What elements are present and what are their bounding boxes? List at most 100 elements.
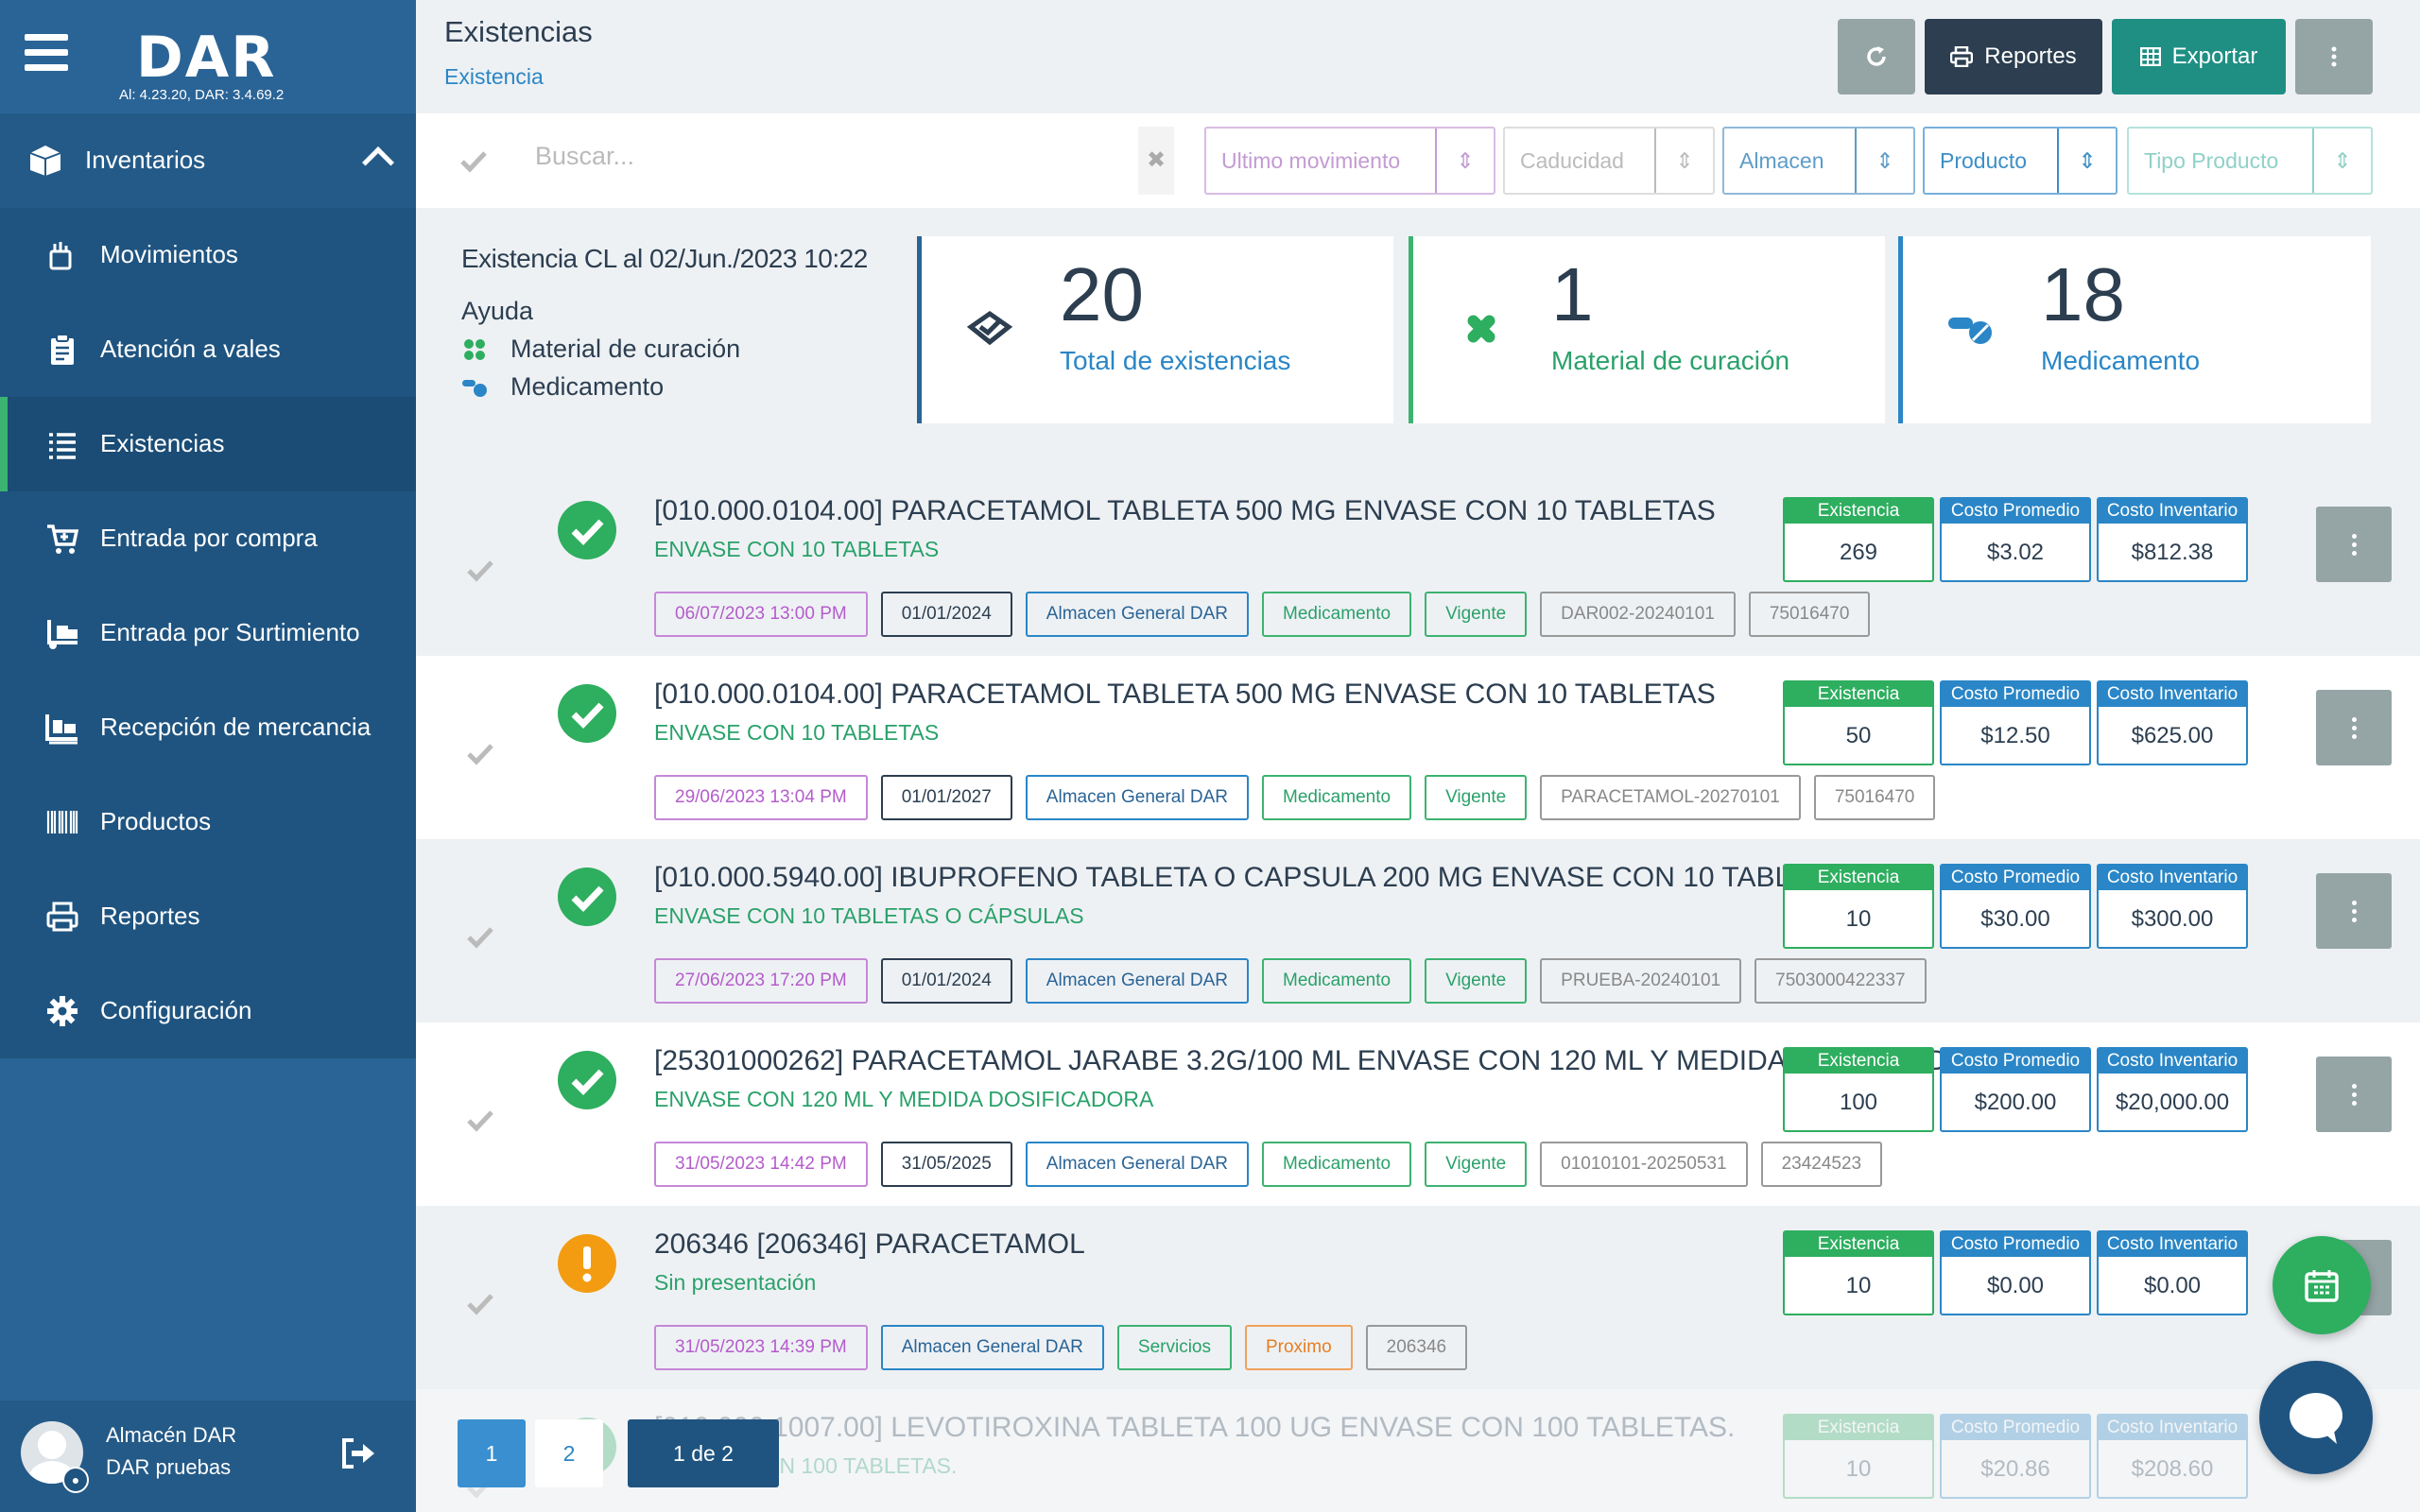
dot-icon (2351, 1100, 2357, 1106)
metric-existencia: Existencia 10 (1783, 1230, 1934, 1315)
help-item-label: Material de curación (510, 335, 741, 363)
tag-estado[interactable]: Vigente (1425, 775, 1528, 820)
row-options-button[interactable] (2316, 507, 2392, 582)
sidebar-item-configuracion[interactable]: Configuración (0, 964, 416, 1058)
sidebar-item-existencias[interactable]: Existencias (0, 397, 416, 491)
search-input[interactable]: Buscar... (535, 142, 634, 171)
tag-fecha[interactable]: 29/06/2023 13:04 PM (654, 775, 868, 820)
dot-icon (2351, 550, 2357, 556)
tag-lote[interactable]: DAR002-20240101 (1540, 592, 1736, 637)
tag-lote[interactable]: PARACETAMOL-20270101 (1540, 775, 1801, 820)
tag-estado[interactable]: Vigente (1425, 958, 1528, 1004)
tag-lote[interactable]: PRUEBA-20240101 (1540, 958, 1742, 1004)
sidebar-item-entrada-compra[interactable]: Entrada por compra (0, 491, 416, 586)
tag-codigo[interactable]: 7503000422337 (1754, 958, 1927, 1004)
sidebar-item-recepcion-mercancia[interactable]: Recepción de mercancia (0, 680, 416, 775)
breadcrumb[interactable]: Existencia (444, 64, 544, 90)
list-item[interactable]: [010.000.5940.00] IBUPROFENO TABLETA O C… (416, 839, 2420, 1022)
pallet-icon (45, 714, 78, 745)
select-producto[interactable]: Producto ⇕ (1923, 127, 2118, 195)
product-presentation: Sin presentación (654, 1270, 817, 1295)
select-label: Producto (1940, 147, 2028, 173)
tag-tipo[interactable]: Medicamento (1262, 592, 1412, 637)
calendar-button[interactable] (2273, 1236, 2371, 1334)
menu-icon[interactable] (25, 34, 68, 72)
sidebar-item-atencion-vales[interactable]: Atención a vales (0, 302, 416, 397)
metric-value: 10 (1845, 1456, 1872, 1482)
bell-icon[interactable]: ● (62, 1467, 89, 1493)
list-item[interactable]: [010.000.0104.00] PARACETAMOL TABLETA 50… (416, 656, 2420, 839)
page-1-button[interactable]: 1 (458, 1419, 526, 1487)
tag-estado[interactable]: Vigente (1425, 592, 1528, 637)
tag-codigo[interactable]: 206346 (1365, 1325, 1468, 1370)
list-item[interactable]: [010.000.0104.00] PARACETAMOL TABLETA 50… (416, 472, 2420, 656)
row-options-button[interactable] (2316, 873, 2392, 949)
tag-tipo[interactable]: Medicamento (1262, 1142, 1412, 1187)
tag-fecha[interactable]: 06/07/2023 13:00 PM (654, 592, 868, 637)
tag-almacen[interactable]: Almacen General DAR (1025, 775, 1249, 820)
tag-almacen[interactable]: Almacen General DAR (880, 1325, 1104, 1370)
tag-tipo[interactable]: Servicios (1116, 1325, 1232, 1370)
metric-existencia: Existencia 50 (1783, 680, 1934, 765)
sidebar-item-label: Entrada por compra (100, 524, 318, 552)
sort-icon: ⇕ (1654, 129, 1713, 193)
metric-value: 10 (1845, 906, 1872, 932)
tag-almacen[interactable]: Almacen General DAR (1025, 592, 1249, 637)
row-select-checkbox[interactable] (442, 900, 518, 975)
sidebar-item-productos[interactable]: Productos (0, 775, 416, 869)
row-options-button[interactable] (2316, 690, 2392, 765)
row-select-checkbox[interactable] (442, 533, 518, 609)
logout-icon[interactable] (338, 1436, 376, 1470)
barcode-icon (46, 811, 78, 833)
row-select-checkbox[interactable] (442, 716, 518, 792)
tag-tipo[interactable]: Medicamento (1262, 775, 1412, 820)
tag-almacen[interactable]: Almacen General DAR (1025, 1142, 1249, 1187)
tag-caducidad[interactable]: 01/01/2027 (880, 775, 1012, 820)
sidebar-section-inventarios[interactable]: Inventarios (0, 113, 416, 208)
row-select-checkbox[interactable] (442, 1083, 518, 1159)
check-circle-icon (558, 868, 616, 926)
card-value: 18 (2041, 252, 2125, 336)
row-select-checkbox[interactable] (442, 1266, 518, 1342)
printer-icon (1950, 46, 1974, 67)
select-caducidad[interactable]: Caducidad ⇕ (1503, 127, 1715, 195)
more-options-button[interactable] (2295, 19, 2373, 94)
sidebar-item-entrada-surtimiento[interactable]: Entrada por Surtimiento (0, 586, 416, 680)
tag-lote[interactable]: 01010101-20250531 (1540, 1142, 1748, 1187)
list-item[interactable]: 206346 [206346] PARACETAMOL Sin presenta… (416, 1206, 2420, 1389)
gear-icon (47, 996, 78, 1026)
card-value: 20 (1060, 252, 1144, 336)
select-almacen[interactable]: Almacen ⇕ (1722, 127, 1915, 195)
tag-caducidad[interactable]: 31/05/2025 (880, 1142, 1012, 1187)
check-icon[interactable] (459, 147, 488, 176)
tag-fecha[interactable]: 31/05/2023 14:39 PM (654, 1325, 868, 1370)
sidebar-item-reportes[interactable]: Reportes (0, 869, 416, 964)
tag-fecha[interactable]: 31/05/2023 14:42 PM (654, 1142, 868, 1187)
chat-button[interactable] (2259, 1361, 2373, 1474)
tag-caducidad[interactable]: 01/01/2024 (880, 592, 1012, 637)
select-label: Tipo Producto (2144, 147, 2279, 173)
tag-tipo[interactable]: Medicamento (1262, 958, 1412, 1004)
tag-codigo[interactable]: 75016470 (1813, 775, 1936, 820)
select-ultimo-movimiento[interactable]: Ultimo movimiento ⇕ (1204, 127, 1495, 195)
tag-codigo[interactable]: 75016470 (1748, 592, 1871, 637)
tag-fecha[interactable]: 27/06/2023 17:20 PM (654, 958, 868, 1004)
clear-search-button[interactable]: ✖ (1138, 127, 1174, 195)
exportar-button[interactable]: Exportar (2112, 19, 2286, 94)
page-2-button[interactable]: 2 (535, 1419, 603, 1487)
list-item[interactable]: [25301000262] PARACETAMOL JARABE 3.2G/10… (416, 1022, 2420, 1206)
tag-almacen[interactable]: Almacen General DAR (1025, 958, 1249, 1004)
tag-codigo[interactable]: 23424523 (1760, 1142, 1883, 1187)
tag-estado[interactable]: Proximo (1244, 1325, 1353, 1370)
sidebar-item-movimientos[interactable]: Movimientos (0, 208, 416, 302)
tag-caducidad[interactable]: 01/01/2024 (880, 958, 1012, 1004)
product-presentation: ENVASE CON 10 TABLETAS (654, 720, 940, 745)
select-tipo-producto[interactable]: Tipo Producto ⇕ (2127, 127, 2373, 195)
row-options-button[interactable] (2316, 1057, 2392, 1132)
reportes-button[interactable]: Reportes (1925, 19, 2102, 94)
chevron-up-icon[interactable] (362, 146, 394, 179)
tag-estado[interactable]: Vigente (1425, 1142, 1528, 1187)
metric-costo-promedio: Costo Promedio $30.00 (1940, 864, 2091, 949)
refresh-button[interactable] (1838, 19, 1915, 94)
metric-value: $625.00 (2131, 723, 2214, 748)
